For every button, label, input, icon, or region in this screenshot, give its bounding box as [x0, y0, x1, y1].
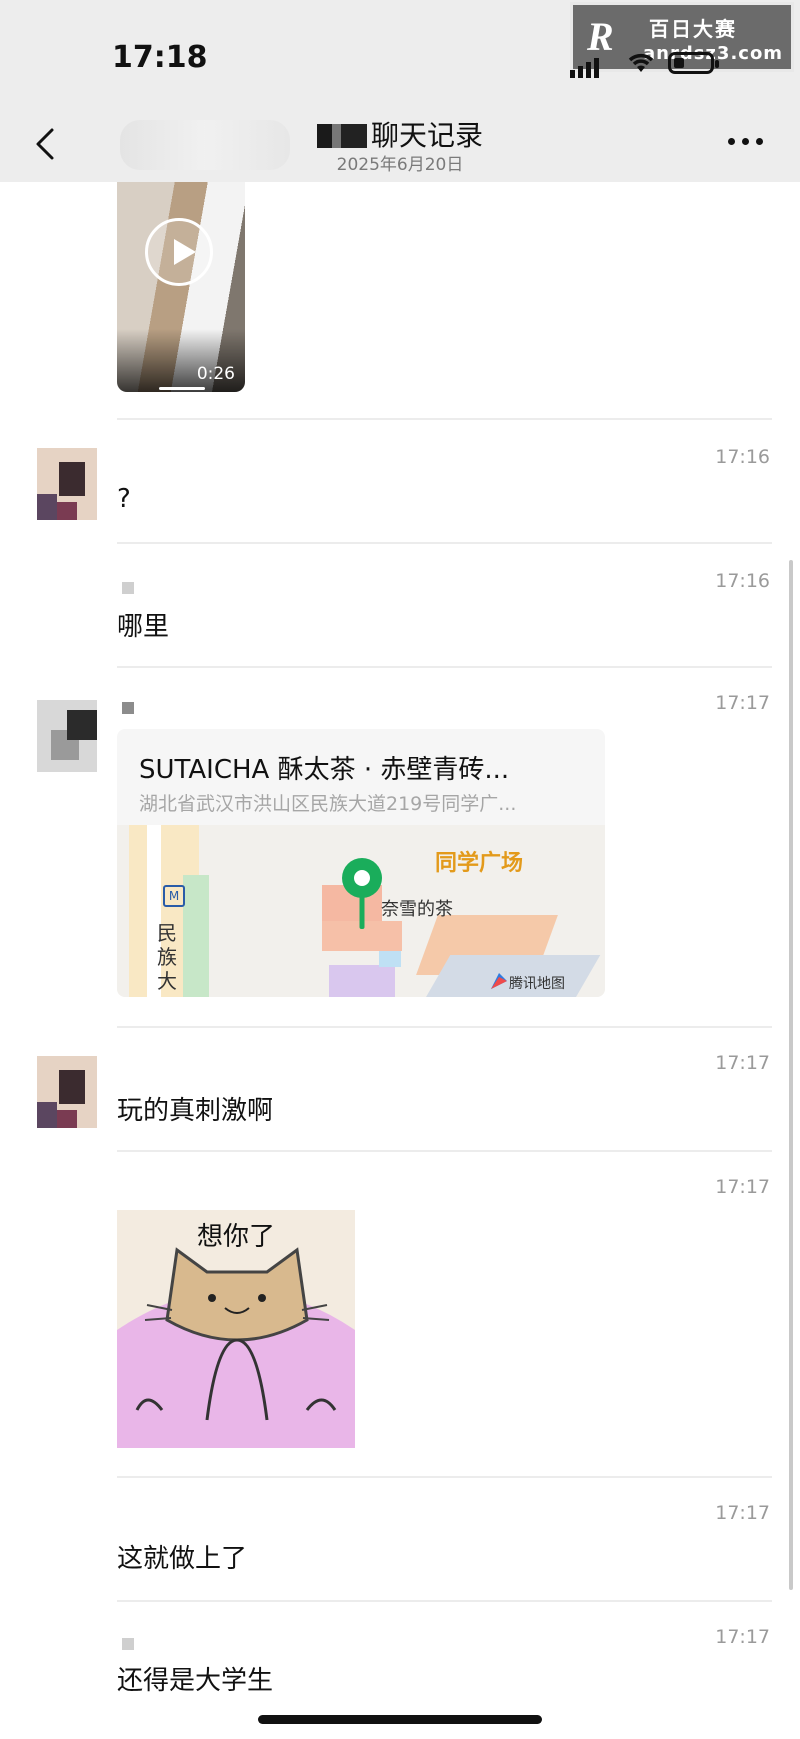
message-time: 17:17	[715, 692, 770, 714]
page-title-text: 聊天记录	[370, 119, 483, 152]
video-duration: 0:26	[196, 364, 235, 384]
watermark-title: 百日大赛	[649, 17, 737, 41]
message-divider	[117, 542, 772, 544]
message-time: 17:16	[715, 570, 770, 592]
location-pin-icon	[339, 855, 385, 931]
chat-date: 2025年6月20日	[336, 155, 464, 175]
tencent-map-logo-icon	[491, 973, 507, 989]
video-message[interactable]: 0:26	[117, 182, 245, 392]
message-text: 哪里	[117, 612, 170, 642]
message-divider	[117, 418, 772, 420]
status-icons	[570, 50, 740, 78]
message-text: ?	[117, 484, 131, 514]
signal-icon	[570, 58, 599, 78]
scrollbar[interactable]	[789, 560, 793, 1590]
avatar[interactable]	[37, 448, 97, 520]
status-time: 17:18	[112, 40, 208, 75]
location-map[interactable]: M 民族大 同学广场 奈雪的茶 腾讯地图	[117, 825, 605, 997]
redacted-sender-name	[122, 1638, 134, 1650]
location-address: 湖北省武汉市洪山区民族大道219号同学广...	[139, 793, 517, 815]
sticker-caption: 想你了	[196, 1222, 275, 1252]
message-time: 17:17	[715, 1502, 770, 1524]
map-poi-label: 奈雪的茶	[381, 899, 453, 920]
sticker-message[interactable]: 想你了	[117, 1210, 355, 1448]
map-place-label: 同学广场	[435, 851, 524, 876]
message-time: 17:17	[715, 1626, 770, 1648]
map-building	[379, 951, 401, 967]
location-card[interactable]: SUTAICHA 酥太茶 · 赤壁青砖... 湖北省武汉市洪山区民族大道219号…	[117, 729, 605, 997]
home-indicator[interactable]	[258, 1715, 542, 1724]
message-text: 这就做上了	[117, 1544, 248, 1574]
video-progress-bar	[159, 387, 205, 390]
map-green-area	[183, 875, 209, 997]
avatar[interactable]	[37, 1056, 97, 1128]
message-text: 还得是大学生	[117, 1666, 274, 1696]
message-divider	[117, 666, 772, 668]
message-time: 17:17	[715, 1052, 770, 1074]
metro-icon: M	[163, 885, 185, 907]
message-time: 17:16	[715, 446, 770, 468]
message-divider	[117, 1026, 772, 1028]
redacted-name	[316, 124, 367, 148]
message-time: 17:17	[715, 1176, 770, 1198]
map-road-label: 民族大	[157, 921, 177, 993]
wifi-icon	[626, 50, 656, 80]
redacted-sender-name	[122, 582, 134, 594]
message-divider	[117, 1150, 772, 1152]
map-brand-label: 腾讯地图	[509, 976, 565, 992]
status-bar: 17:18 R 百日大赛 anrdsz3.com	[0, 0, 800, 110]
avatar[interactable]	[37, 700, 97, 772]
play-icon[interactable]	[145, 218, 213, 286]
message-divider	[117, 1476, 772, 1478]
map-building	[329, 965, 395, 997]
message-text: 玩的真刺激啊	[117, 1096, 274, 1126]
nav-bar: 聊天记录 2025年6月20日	[0, 110, 800, 182]
location-title: SUTAICHA 酥太茶 · 赤壁青砖...	[139, 755, 510, 785]
page-title: 聊天记录	[0, 114, 800, 154]
redacted-sender-name	[122, 702, 134, 714]
battery-icon	[668, 52, 719, 74]
message-divider	[117, 1600, 772, 1602]
more-options-icon[interactable]	[728, 138, 768, 150]
